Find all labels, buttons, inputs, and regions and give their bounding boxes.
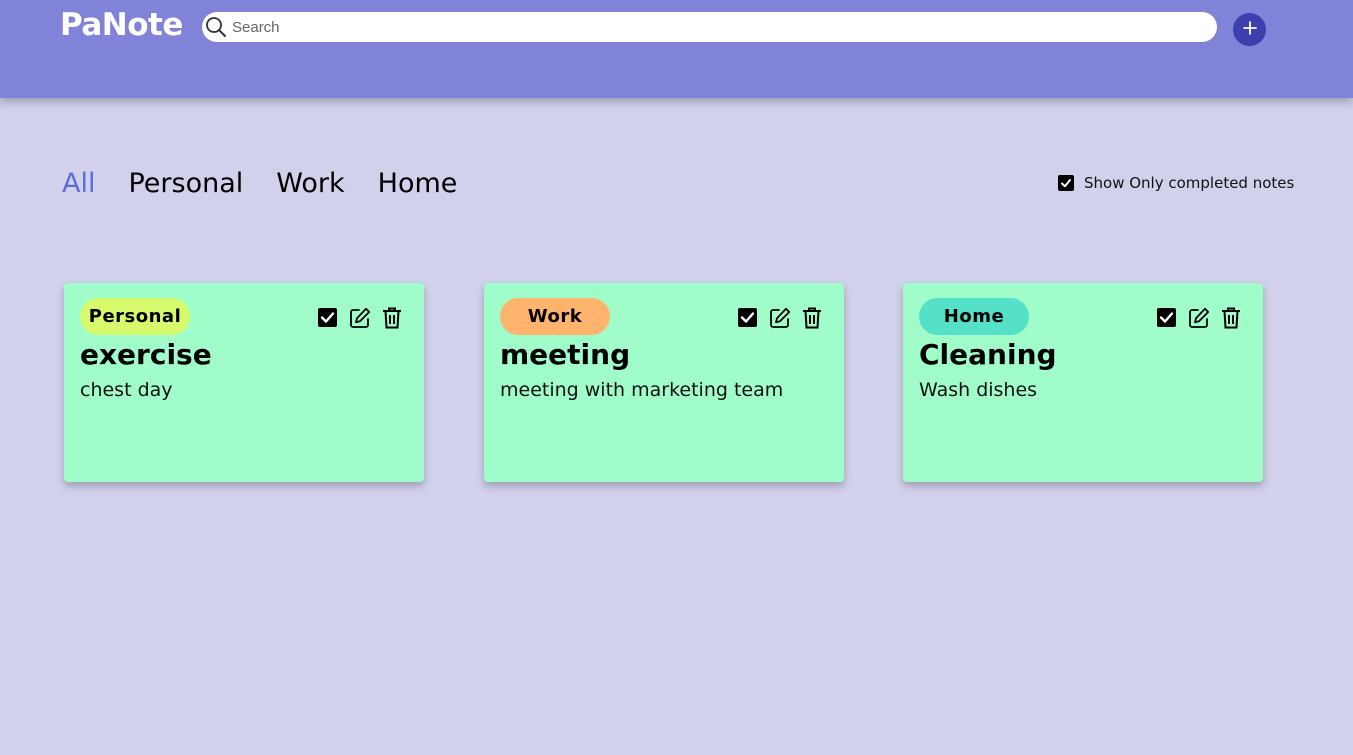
category-badge: Home	[919, 298, 1029, 335]
note-title: Cleaning	[919, 338, 1057, 371]
add-note-button[interactable]	[1233, 13, 1266, 46]
complete-checkbox-icon[interactable]	[316, 306, 339, 329]
app-header: PaNote	[0, 0, 1353, 98]
category-badge: Personal	[80, 298, 190, 335]
trash-icon[interactable]	[380, 306, 403, 329]
note-card: Personal exercise chest day	[64, 283, 424, 482]
tab-work[interactable]: Work	[276, 166, 344, 202]
category-tabs: All Personal Work Home	[62, 166, 457, 202]
note-description: chest day	[80, 379, 173, 401]
complete-checkbox-icon[interactable]	[1155, 306, 1178, 329]
tab-all[interactable]: All	[62, 166, 95, 202]
completed-filter: Show Only completed notes	[1058, 174, 1294, 192]
card-actions	[316, 306, 403, 329]
app-logo[interactable]: PaNote	[60, 7, 183, 43]
edit-icon[interactable]	[1187, 306, 1210, 329]
tab-home[interactable]: Home	[378, 166, 458, 202]
note-title: meeting	[500, 338, 631, 371]
note-card: Work meeting meeting with marketing team	[484, 283, 844, 482]
show-completed-label: Show Only completed notes	[1084, 174, 1295, 192]
search-input[interactable]	[232, 12, 1202, 42]
edit-icon[interactable]	[768, 306, 791, 329]
checkmark-icon	[1061, 179, 1071, 188]
complete-checkbox-icon[interactable]	[736, 306, 759, 329]
show-completed-checkbox[interactable]	[1058, 175, 1074, 191]
edit-icon[interactable]	[348, 306, 371, 329]
note-description: Wash dishes	[919, 379, 1038, 401]
note-description: meeting with marketing team	[500, 379, 784, 401]
note-card: Home Cleaning Wash dishes	[903, 283, 1263, 482]
trash-icon[interactable]	[1219, 306, 1242, 329]
category-badge: Work	[500, 298, 610, 335]
tab-personal[interactable]: Personal	[128, 166, 243, 202]
trash-icon[interactable]	[800, 306, 823, 329]
search-bar[interactable]	[202, 12, 1217, 42]
card-actions	[1155, 306, 1242, 329]
plus-icon	[1242, 20, 1258, 39]
card-actions	[736, 306, 823, 329]
search-icon	[205, 16, 227, 38]
note-title: exercise	[80, 338, 212, 371]
